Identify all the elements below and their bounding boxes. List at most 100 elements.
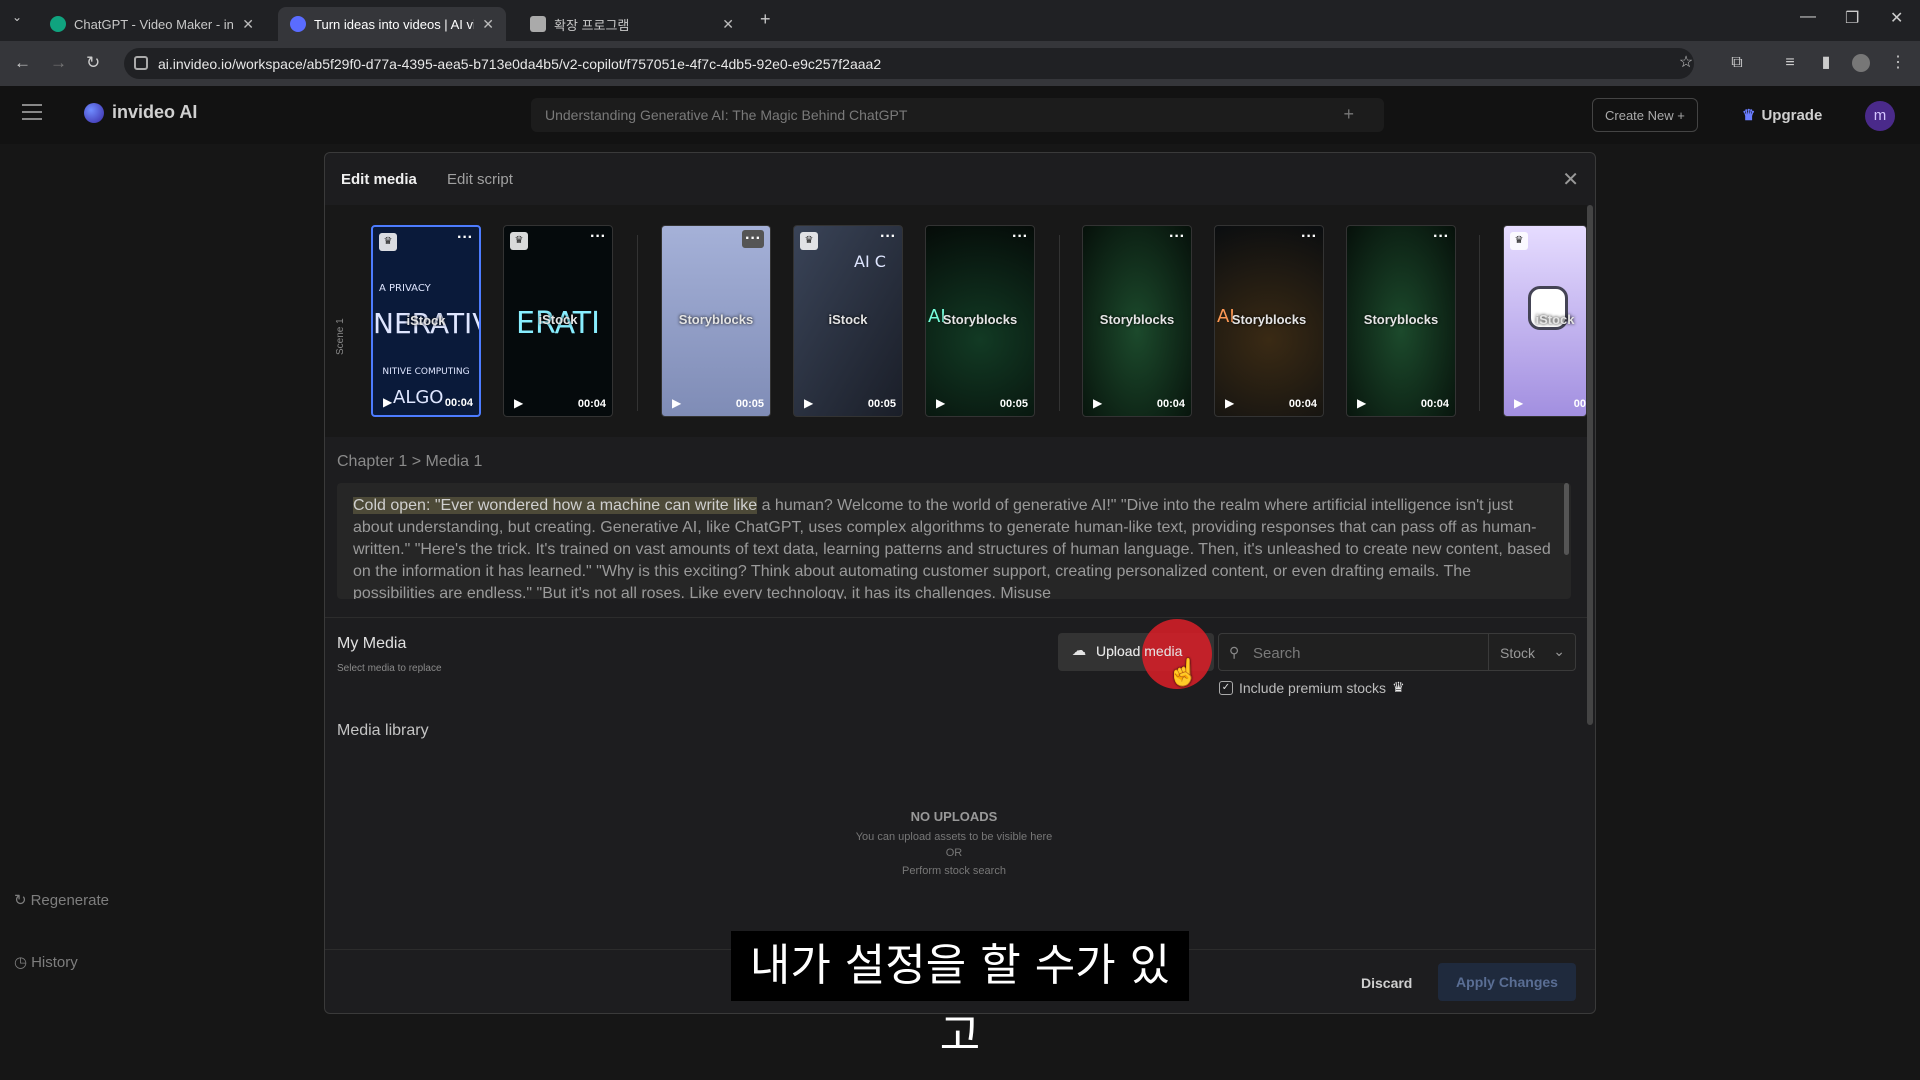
media-thumbnail[interactable]: A PRIVACY NERATIV NITIVE COMPUTING ALGO …	[371, 225, 481, 417]
media-duration: 00:04	[444, 397, 473, 409]
regenerate-button[interactable]: ↻ Regenerate	[14, 891, 109, 909]
history-icon: ◷	[14, 954, 28, 971]
premium-crown-icon: ♛	[800, 232, 818, 250]
menu-kebab-icon[interactable]: ⋮	[1889, 54, 1907, 72]
media-source-label: Storyblocks	[1231, 312, 1307, 327]
bookmark-star-icon[interactable]: ☆	[1677, 54, 1695, 72]
crown-icon: ♛	[1392, 679, 1405, 695]
checkbox-checked-icon[interactable]: ✓	[1219, 680, 1233, 695]
tab-edit-media[interactable]: Edit media	[341, 171, 417, 188]
media-duration: 00:04	[577, 398, 606, 410]
project-title: Understanding Generative AI: The Magic B…	[545, 107, 908, 123]
browser-tab-chatgpt[interactable]: ChatGPT - Video Maker - invi ✕	[38, 7, 266, 41]
restore-icon[interactable]: ❐	[1845, 8, 1859, 28]
forward-icon[interactable]: →	[50, 53, 67, 73]
discard-button[interactable]: Discard	[1361, 975, 1412, 991]
modal-scrollbar[interactable]	[1587, 205, 1593, 725]
upload-cloud-icon: ☁	[1072, 642, 1086, 658]
more-options-icon[interactable]: ···	[1169, 228, 1185, 246]
close-icon[interactable]: ✕	[1562, 167, 1579, 192]
play-icon[interactable]: ▶	[1093, 396, 1102, 410]
more-options-icon[interactable]: ···	[742, 230, 764, 248]
browser-tab-invideo[interactable]: Turn ideas into videos | AI vide ✕	[278, 7, 506, 41]
tab-title: ChatGPT - Video Maker - invi	[74, 16, 235, 32]
more-options-icon[interactable]: ···	[590, 228, 606, 246]
include-premium-label: Include premium stocks	[1239, 679, 1387, 696]
reload-icon[interactable]: ↻	[86, 53, 100, 73]
no-uploads-or: OR	[945, 847, 963, 859]
media-control-icon[interactable]: ≡	[1781, 54, 1799, 72]
my-media-subtitle: Select media to replace	[337, 663, 442, 674]
thumbnail-overlay-text: AI C	[854, 252, 886, 271]
close-tab-icon[interactable]: ✕	[242, 16, 254, 33]
upgrade-button[interactable]: ♛ Upgrade	[1742, 106, 1822, 124]
script-scrollbar[interactable]	[1564, 483, 1569, 555]
include-premium-toggle[interactable]: ✓ Include premium stocks ♛	[1219, 679, 1405, 696]
tab-search-icon[interactable]: ⌄	[12, 10, 22, 24]
no-uploads-line1: You can upload assets to be visible here	[855, 831, 1053, 843]
script-text-area[interactable]: Cold open: "Ever wondered how a machine …	[337, 483, 1571, 599]
media-duration: 00:05	[999, 398, 1028, 410]
more-options-icon[interactable]: ···	[1433, 228, 1449, 246]
more-options-icon[interactable]: ···	[880, 228, 896, 246]
play-icon[interactable]: ▶	[1225, 396, 1234, 410]
profile-icon[interactable]	[1852, 54, 1870, 72]
play-icon[interactable]: ▶	[1357, 396, 1366, 410]
invideo-logo-icon	[84, 102, 104, 123]
close-window-icon[interactable]: ✕	[1890, 8, 1903, 28]
media-thumbnail[interactable]: AI ··· Storyblocks ▶ 00:04	[1214, 225, 1324, 417]
more-options-icon[interactable]: ···	[1301, 228, 1317, 246]
media-thumbnail[interactable]: ··· Storyblocks ▶ 00:05	[661, 225, 771, 417]
side-panel-icon[interactable]: ▮	[1817, 54, 1835, 72]
play-icon[interactable]: ▶	[804, 396, 813, 410]
tab-edit-script[interactable]: Edit script	[447, 171, 513, 188]
add-icon[interactable]: +	[1343, 104, 1354, 125]
apply-changes-button[interactable]: Apply Changes	[1438, 963, 1576, 1001]
media-thumbnail[interactable]: AI C ♛ ··· iStock ▶ 00:05	[793, 225, 903, 417]
back-icon[interactable]: ←	[14, 53, 31, 73]
media-thumbnail[interactable]: ··· Storyblocks ▶ 00:04	[1082, 225, 1192, 417]
group-divider	[1059, 235, 1060, 411]
chevron-down-icon[interactable]: ⌄	[1553, 643, 1565, 660]
history-button[interactable]: ◷ History	[14, 953, 78, 971]
app-logo[interactable]: invideo AI	[84, 102, 197, 123]
url-input[interactable]: ai.invideo.io/workspace/ab5f29f0-d77a-43…	[124, 48, 1694, 79]
regenerate-icon: ↻	[14, 892, 27, 909]
play-icon[interactable]: ▶	[1514, 396, 1523, 410]
stock-source-select[interactable]: Stock	[1500, 645, 1535, 661]
media-thumbnail[interactable]: AI ··· Storyblocks ▶ 00:05	[925, 225, 1035, 417]
address-bar: ← → ↻ ai.invideo.io/workspace/ab5f29f0-d…	[0, 41, 1920, 86]
browser-tab-extensions[interactable]: 확장 프로그램 ✕	[518, 7, 746, 41]
search-input[interactable]: Search	[1253, 645, 1301, 662]
highlighted-script-text: Cold open: "Ever wondered how a machine …	[353, 497, 758, 514]
project-title-input[interactable]: Understanding Generative AI: The Magic B…	[531, 98, 1384, 132]
close-tab-icon[interactable]: ✕	[482, 16, 494, 33]
chatgpt-favicon-icon	[50, 16, 66, 32]
minimize-icon[interactable]: —	[1800, 8, 1816, 26]
media-thumbnail[interactable]: ··· Storyblocks ▶ 00:04	[1346, 225, 1456, 417]
more-options-icon[interactable]: ···	[457, 229, 473, 247]
regenerate-label: Regenerate	[30, 892, 109, 909]
media-thumbnail[interactable]: ERATI ♛ ··· iStock ▶ 00:04	[503, 225, 613, 417]
media-source-label: iStock	[828, 312, 868, 327]
hamburger-menu-icon[interactable]	[22, 104, 42, 120]
play-icon[interactable]: ▶	[672, 396, 681, 410]
more-options-icon[interactable]: ···	[1012, 228, 1028, 246]
create-new-button[interactable]: Create New +	[1592, 98, 1698, 132]
search-divider	[1488, 634, 1489, 670]
play-icon[interactable]: ▶	[936, 396, 945, 410]
user-avatar[interactable]: m	[1865, 101, 1895, 131]
media-thumbnail[interactable]: ♛ iStock ▶ 00	[1503, 225, 1587, 417]
invideo-favicon-icon	[290, 16, 306, 32]
site-info-icon[interactable]	[134, 56, 148, 70]
play-icon[interactable]: ▶	[383, 395, 392, 409]
new-tab-button[interactable]: +	[760, 9, 771, 30]
history-label: History	[31, 954, 78, 971]
play-icon[interactable]: ▶	[514, 396, 523, 410]
media-source-label: Storyblocks	[1099, 312, 1175, 327]
close-tab-icon[interactable]: ✕	[722, 16, 734, 33]
section-divider	[325, 617, 1587, 618]
media-duration: 00:05	[867, 398, 896, 410]
create-new-label: Create New	[1605, 108, 1674, 123]
extensions-icon[interactable]: ⧉	[1728, 54, 1746, 72]
